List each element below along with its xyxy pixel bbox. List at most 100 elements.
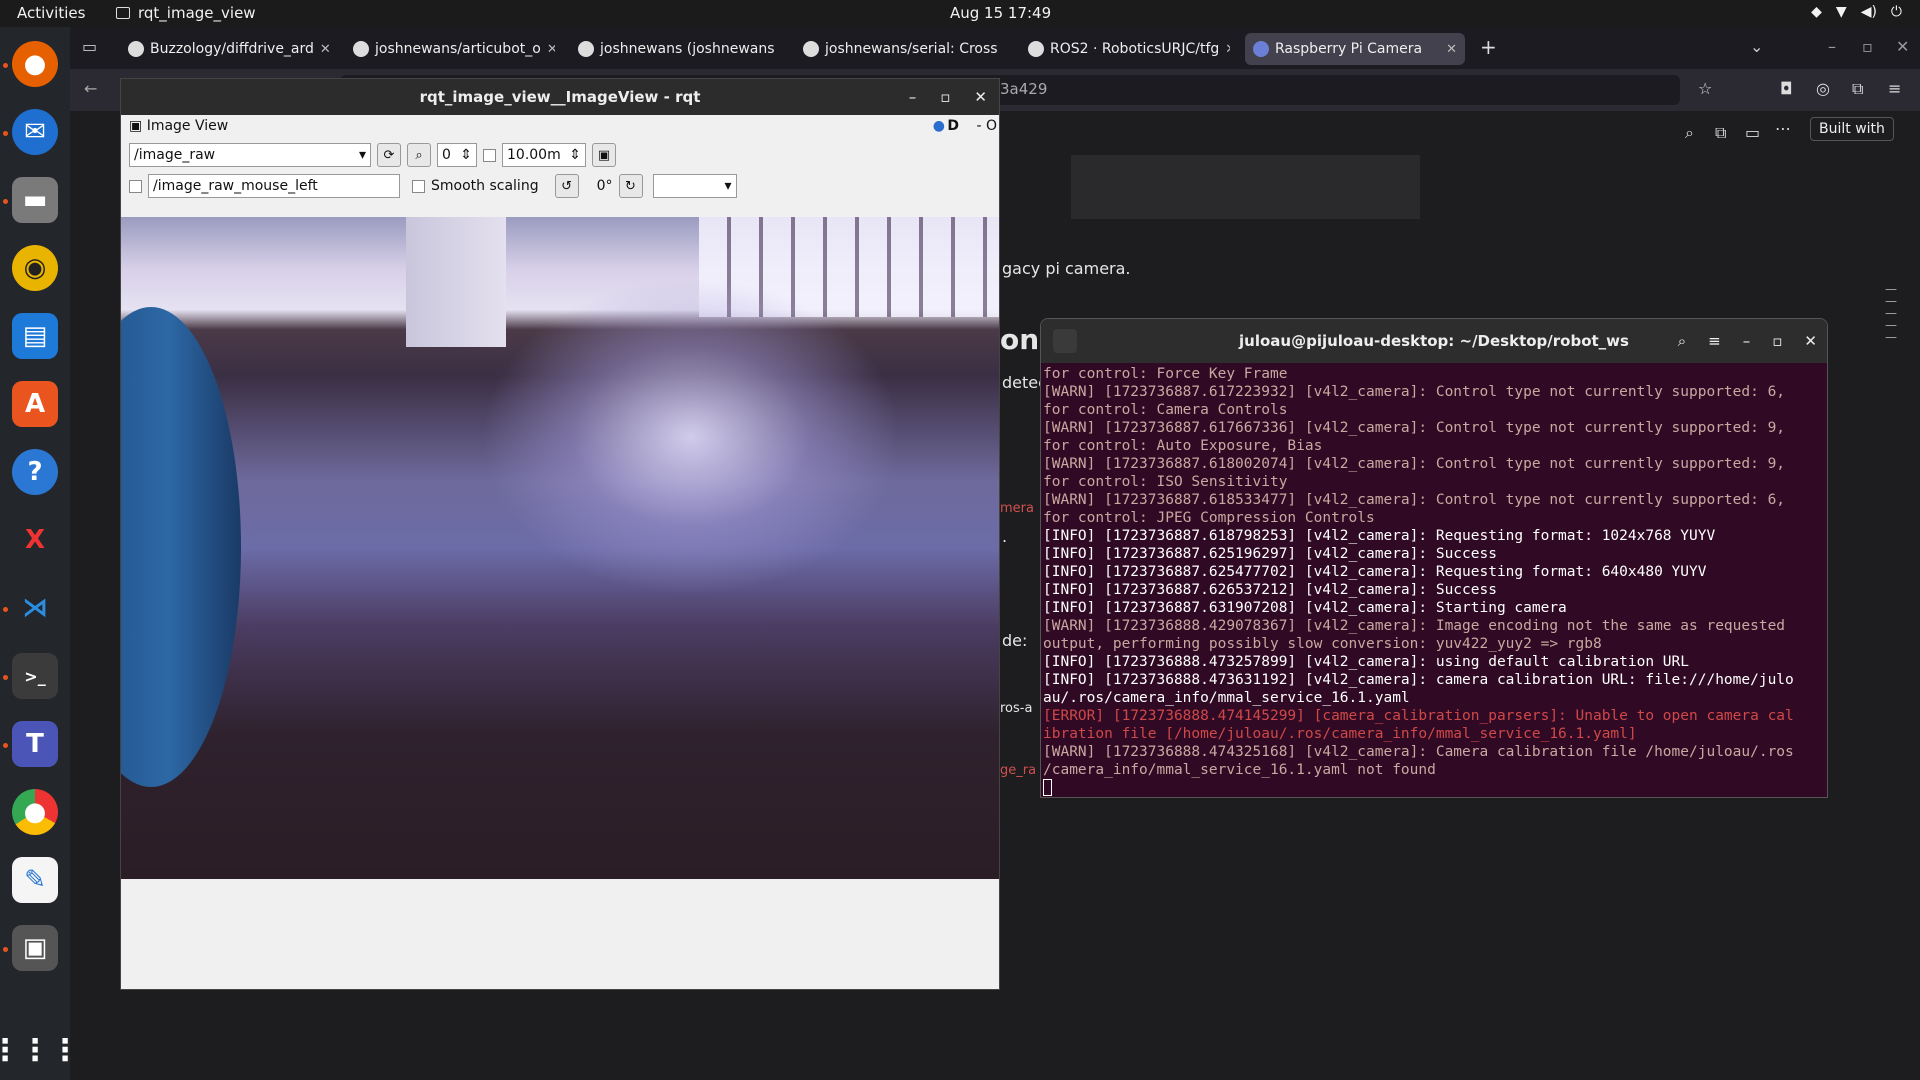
rotate-left-icon: ↺: [561, 178, 573, 194]
app-menu[interactable]: rqt_image_view: [116, 4, 256, 22]
terminal-title: juloau@pijuloau-desktop: ~/Desktop/robot…: [1239, 332, 1629, 350]
refresh-icon: ⟳: [383, 147, 395, 163]
refresh-button[interactable]: ⟳: [377, 143, 401, 167]
rotate-right-button[interactable]: ↻: [618, 174, 643, 198]
running-indicator: [3, 131, 8, 136]
text-editor-icon[interactable]: ✎: [12, 857, 58, 903]
terminal-line: [WARN] [1723736888.429078367] [v4l2_came…: [1043, 618, 1786, 634]
extensions-icon[interactable]: ⧉: [1852, 79, 1863, 99]
built-with-badge[interactable]: Built with: [1810, 117, 1894, 141]
page-code: ge_ra: [1000, 763, 1037, 778]
running-indicator: [3, 63, 8, 68]
xournal-icon[interactable]: X: [12, 517, 58, 563]
tab-diffdrive[interactable]: Buzzology/diffdrive_ard ✕: [120, 33, 330, 65]
mouse-topic-input[interactable]: /image_raw_mouse_left: [148, 174, 400, 198]
rqt-titlebar[interactable]: rqt_image_view__ImageView - rqt – ▫ ✕: [121, 79, 999, 115]
restore-icon[interactable]: ▫: [1862, 37, 1873, 56]
zoom-icon: ⌕: [415, 147, 423, 163]
help-icon[interactable]: ●: [933, 118, 945, 134]
timeout-checkbox[interactable]: [483, 148, 496, 162]
smooth-scaling-checkbox[interactable]: [412, 179, 425, 193]
rotate-left-button[interactable]: ↺: [554, 174, 579, 198]
comment-icon[interactable]: ▭: [1745, 123, 1760, 142]
plugin-header: ▣ Image View D ● - O: [121, 115, 1001, 137]
close-icon[interactable]: ✕: [547, 42, 555, 57]
zoom-fit-button[interactable]: ⌕: [407, 143, 431, 167]
terminal-icon[interactable]: >_: [12, 653, 58, 699]
close-window-icon[interactable]: ✕: [1896, 37, 1909, 56]
system-tray[interactable]: ◆ ▼ ◀) ⏻: [1811, 4, 1902, 20]
spin-arrows-icon: ⇕: [460, 147, 472, 163]
tab-list-icon[interactable]: ▭: [82, 37, 97, 56]
running-indicator: [3, 607, 8, 612]
close-icon[interactable]: ✕: [1225, 42, 1230, 57]
terminal-line: [INFO] [1723736887.626537212] [v4l2_came…: [1043, 582, 1497, 598]
bookmark-star-icon[interactable]: ☆: [1698, 79, 1712, 98]
back-icon[interactable]: ←: [84, 79, 97, 98]
volume-icon: ◀): [1860, 4, 1877, 20]
mouse-publish-checkbox[interactable]: [129, 179, 142, 193]
tab-serial[interactable]: joshnewans/serial: Cross ✕: [795, 33, 1005, 65]
more-icon[interactable]: ⋯: [1775, 119, 1791, 138]
writer-icon[interactable]: ▤: [12, 313, 58, 359]
minimize-icon[interactable]: –: [1828, 37, 1836, 56]
teams-app-icon[interactable]: T: [12, 721, 58, 767]
tab-label: ROS2 · RoboticsURJC/tfg: [1050, 41, 1220, 57]
close-icon[interactable]: ✕: [1804, 319, 1817, 363]
menu-icon[interactable]: ≡: [1888, 79, 1901, 98]
tab-joshnewans[interactable]: joshnewans (joshnewans✕: [570, 33, 780, 65]
minimize-icon[interactable]: –: [1743, 319, 1751, 363]
topic-select[interactable]: /image_raw ▾: [129, 143, 371, 167]
toc-icon[interactable]: — — — — —: [1885, 283, 1901, 343]
vscode-icon[interactable]: ⋊: [12, 585, 58, 631]
tab-raspberry-pi-camera[interactable]: Raspberry Pi Camera ✕: [1245, 33, 1465, 65]
save-image-button[interactable]: ▣: [592, 143, 616, 167]
copy-icon[interactable]: ⧉: [1715, 123, 1726, 143]
image-viewer-icon[interactable]: ▣: [12, 925, 58, 971]
minimize-icon[interactable]: –: [909, 79, 917, 115]
terminal-line: [ERROR] [1723736888.474145299] [camera_c…: [1043, 708, 1794, 724]
activities-button[interactable]: Activities: [17, 4, 85, 22]
plugin-window-buttons[interactable]: - O: [976, 118, 997, 134]
files-icon[interactable]: ▬: [12, 177, 58, 223]
rhythmbox-icon[interactable]: ◉: [12, 245, 58, 291]
tab-articubot[interactable]: joshnewans/articubot_o ✕: [345, 33, 555, 65]
close-icon[interactable]: ✕: [1446, 42, 1457, 57]
timeout-spinbox[interactable]: 10.00m ⇕: [502, 143, 586, 167]
terminal-output[interactable]: for control: Force Key Frame [WARN] [1723…: [1041, 363, 1827, 797]
terminal-titlebar[interactable]: juloau@pijuloau-desktop: ~/Desktop/robot…: [1041, 319, 1827, 363]
tab-ros2[interactable]: ROS2 · RoboticsURJC/tfg ✕: [1020, 33, 1230, 65]
rotate-right-icon: ↻: [625, 178, 636, 194]
account-icon[interactable]: ◎: [1816, 79, 1830, 98]
maximize-icon[interactable]: ▫: [1772, 319, 1782, 363]
new-tab-icon[interactable]: +: [1480, 35, 1497, 59]
new-tab-icon[interactable]: [1053, 329, 1077, 353]
help-icon[interactable]: ?: [12, 449, 58, 495]
close-icon[interactable]: ✕: [1004, 42, 1005, 57]
firefox-icon[interactable]: ●: [12, 41, 58, 87]
thunderbird-icon[interactable]: ✉: [12, 109, 58, 155]
menu-icon[interactable]: ≡: [1708, 319, 1721, 363]
maximize-icon[interactable]: ▫: [940, 79, 950, 115]
search-icon[interactable]: ⌕: [1685, 123, 1694, 143]
window-title: rqt_image_view__ImageView - rqt: [419, 88, 701, 106]
running-indicator: [3, 199, 8, 204]
topic-value: /image_raw: [134, 147, 216, 163]
search-icon[interactable]: ⌕: [1678, 319, 1686, 363]
show-apps-icon[interactable]: ⋮⋮⋮: [0, 1027, 80, 1073]
close-icon[interactable]: ✕: [320, 42, 330, 57]
pocket-icon[interactable]: ◘: [1780, 79, 1793, 98]
spin-box[interactable]: 0 ⇕: [437, 143, 477, 167]
toolbar-row-1: /image_raw ▾ ⟳ ⌕ 0 ⇕ 10.00m ⇕ ▣: [129, 143, 616, 167]
chevron-down-icon[interactable]: ⌄: [1750, 37, 1763, 56]
dock: ● ✉ ▬ ◉ ▤ A ? X ⋊ >_ T ● ✎ ▣ ⋮⋮⋮: [0, 27, 80, 1080]
dock-button[interactable]: D: [947, 118, 959, 134]
camera-image[interactable]: [121, 217, 999, 879]
terminal-line: [INFO] [1723736888.473631192] [v4l2_came…: [1043, 672, 1794, 688]
color-scheme-select[interactable]: ▾: [652, 174, 737, 198]
app-center-icon[interactable]: A: [12, 381, 58, 427]
clock[interactable]: Aug 15 17:49: [950, 4, 1051, 22]
chrome-icon[interactable]: ●: [12, 789, 58, 835]
terminal-line: for control: Camera Controls: [1043, 402, 1288, 418]
close-icon[interactable]: ✕: [974, 79, 987, 115]
